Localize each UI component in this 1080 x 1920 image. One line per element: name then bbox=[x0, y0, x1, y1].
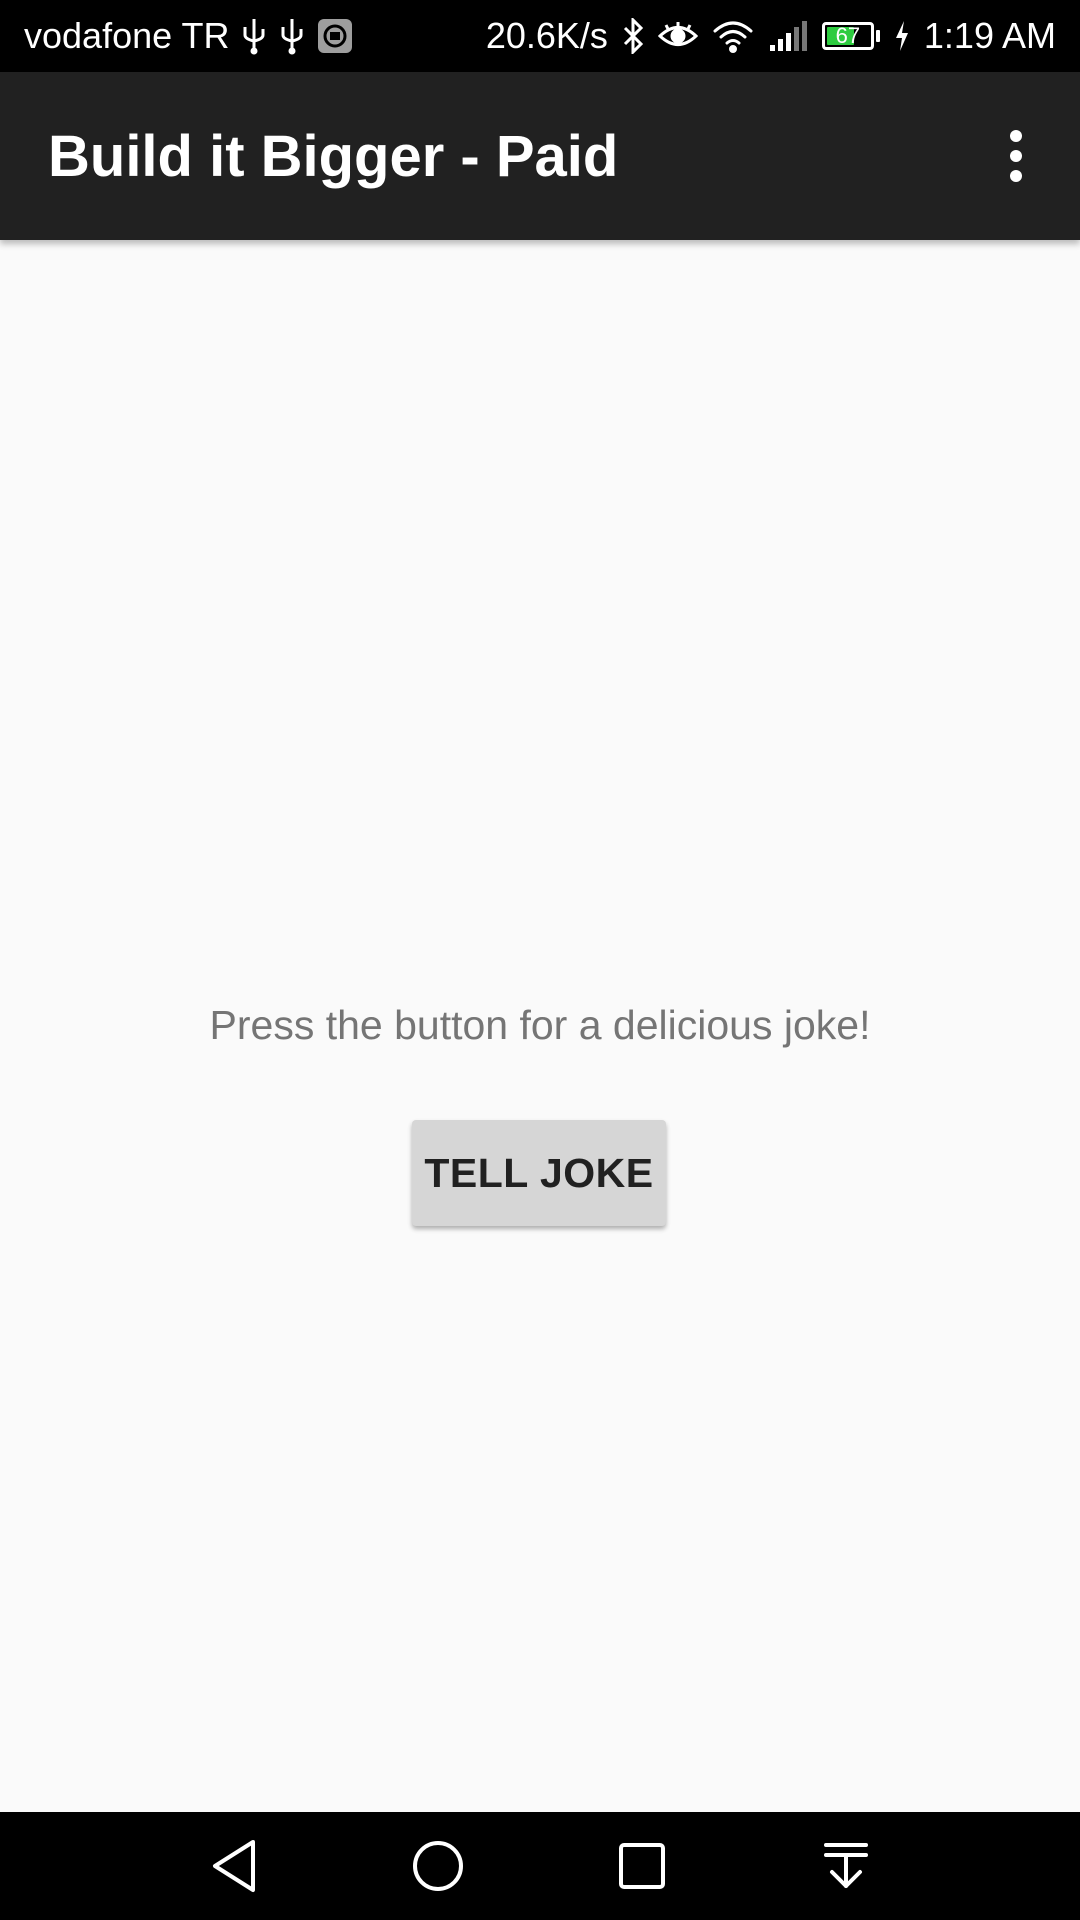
recents-icon bbox=[619, 1843, 665, 1889]
more-vert-icon bbox=[1010, 130, 1022, 182]
mi-icon bbox=[317, 18, 353, 54]
network-speed: 20.6K/s bbox=[485, 15, 608, 56]
notification-pull-button[interactable] bbox=[806, 1826, 886, 1906]
battery-level: 67 bbox=[835, 23, 861, 48]
home-icon bbox=[413, 1841, 463, 1891]
tell-joke-button[interactable]: TELL JOKE bbox=[412, 1120, 666, 1226]
app-title: Build it Bigger - Paid bbox=[48, 123, 619, 189]
signal-icon bbox=[768, 19, 808, 53]
main-content: Press the button for a delicious joke! T… bbox=[0, 240, 1080, 1812]
wifi-icon bbox=[712, 19, 754, 53]
status-bar-right: 20.6K/s 67 1:19 AM bbox=[486, 0, 1056, 72]
screen: vodafone TR 20.6K/s 67 1:19 AM Build it … bbox=[0, 0, 1080, 1920]
carrier-name: vodafone TR bbox=[24, 15, 230, 56]
notification-pull-icon bbox=[824, 1843, 868, 1888]
bluetooth-icon bbox=[622, 18, 644, 54]
app-bar: Build it Bigger - Paid bbox=[0, 72, 1080, 240]
battery-icon: 67 bbox=[821, 22, 880, 50]
back-button[interactable] bbox=[194, 1826, 274, 1906]
usb-icon bbox=[279, 17, 305, 55]
home-button[interactable] bbox=[398, 1826, 478, 1906]
clock: 1:19 AM bbox=[923, 15, 1056, 56]
back-icon bbox=[213, 1840, 255, 1892]
navigation-bar bbox=[0, 1812, 1080, 1920]
overflow-menu-button[interactable] bbox=[976, 116, 1056, 196]
status-bar-left: vodafone TR bbox=[24, 0, 353, 72]
eye-icon bbox=[657, 21, 698, 51]
instructions-text: Press the button for a delicious joke! bbox=[209, 1002, 871, 1048]
usb-icon bbox=[241, 17, 267, 55]
recents-button[interactable] bbox=[602, 1826, 682, 1906]
charging-icon bbox=[894, 20, 910, 52]
status-bar: vodafone TR 20.6K/s 67 1:19 AM bbox=[0, 0, 1080, 72]
